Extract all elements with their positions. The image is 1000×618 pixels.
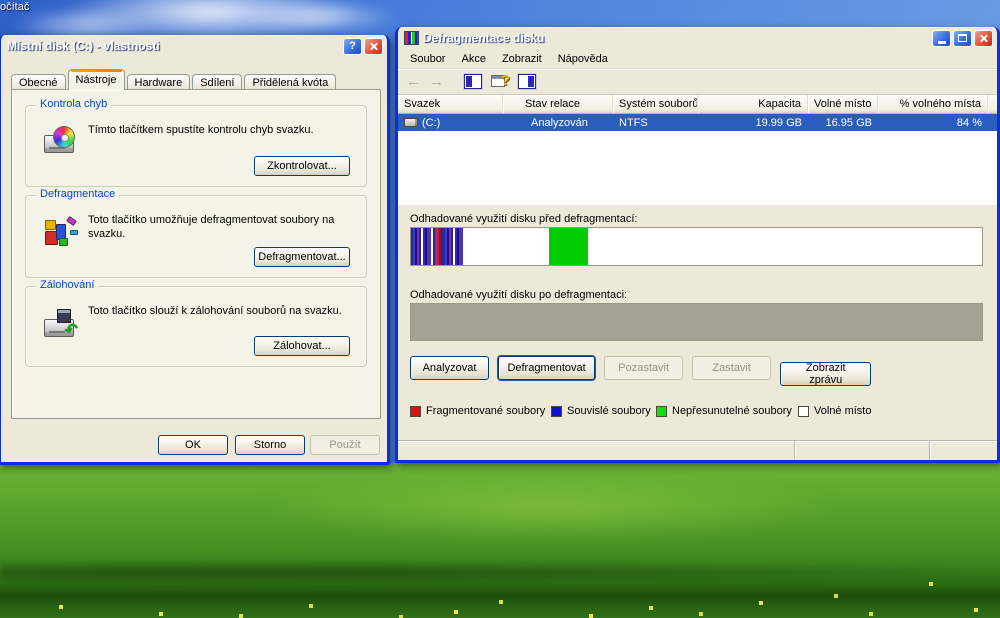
list-header: Svazek Stav relace Systém souborů Kapaci… <box>398 95 997 114</box>
group-text: Toto tlačítko umožňuje defragmentovat so… <box>88 213 356 241</box>
usage-segment-empty <box>411 304 982 340</box>
group-text: Toto tlačítko slouží k zálohování soubor… <box>88 304 356 318</box>
legend-swatch-unmovable <box>656 406 667 417</box>
minimize-button[interactable] <box>932 30 951 47</box>
usage-after-label: Odhadované využití disku po defragmentac… <box>410 289 627 301</box>
maximize-button[interactable] <box>953 30 972 47</box>
volume-list: Svazek Stav relace Systém souborů Kapaci… <box>398 95 997 205</box>
close-button[interactable] <box>364 38 383 55</box>
minimize-icon <box>938 41 946 44</box>
cancel-button[interactable]: Storno <box>235 435 305 455</box>
defragment-now-button[interactable]: Defragmentovat... <box>254 247 350 267</box>
column-procento[interactable]: % volného místa <box>878 95 988 113</box>
close-button[interactable] <box>974 30 993 47</box>
show-console-tree-icon[interactable] <box>464 74 482 89</box>
view-report-button[interactable]: Zobrazit zprávu <box>780 362 871 386</box>
analyze-button[interactable]: Analyzovat <box>410 356 489 380</box>
defragment-icon <box>43 216 81 250</box>
status-pane <box>794 441 929 460</box>
group-kontrola-chyb: Kontrola chyb Tímto tlačítkem spustíte k… <box>25 105 367 187</box>
menu-zobrazit[interactable]: Zobrazit <box>494 51 550 67</box>
group-zalohovani: Zálohování ↶ Toto tlačítko slouží k zálo… <box>25 286 367 367</box>
menu-napoveda[interactable]: Nápověda <box>550 51 616 67</box>
volume-row-c[interactable]: (C:) Analyzován NTFS 19.99 GB 16.95 GB 8… <box>398 114 997 131</box>
properties-dialog: Místní disk (C:) - vlastnosti ? Obecné N… <box>0 35 390 465</box>
legend-fragmented: Fragmentované soubory <box>410 405 545 417</box>
legend-swatch-fragmented <box>410 406 421 417</box>
column-svazek[interactable]: Svazek <box>398 95 503 113</box>
legend: Fragmentované soubory Souvislé soubory N… <box>410 405 983 420</box>
status-bar <box>398 440 997 460</box>
tab-panel-nastroje: Kontrola chyb Tímto tlačítkem spustíte k… <box>11 89 381 419</box>
maximize-icon <box>958 34 967 42</box>
column-volne-misto[interactable]: Volné místo <box>808 95 878 113</box>
check-disk-icon <box>43 126 81 160</box>
action-buttons: Analyzovat Defragmentovat Pozastavit Zas… <box>410 356 877 380</box>
usage-segment-unmovable <box>549 228 588 265</box>
properties-body: Obecné Nástroje Hardware Sdílení Přiděle… <box>1 57 387 462</box>
properties-title: Místní disk (C:) - vlastnosti <box>7 39 341 53</box>
usage-before-label: Odhadované využití disku před defragment… <box>410 213 637 225</box>
legend-swatch-contiguous <box>551 406 562 417</box>
tab-nastroje[interactable]: Nástroje <box>68 69 125 90</box>
back-icon[interactable]: ← <box>406 73 421 90</box>
group-title: Kontrola chyb <box>36 98 111 110</box>
legend-unmovable: Nepřesunutelné soubory <box>656 405 792 417</box>
defrag-window: Defragmentace disku Soubor Akce Zobrazit… <box>395 27 1000 463</box>
drive-icon <box>404 118 418 127</box>
ok-button[interactable]: OK <box>158 435 228 455</box>
defrag-titlebar[interactable]: Defragmentace disku <box>398 27 997 49</box>
help-icon[interactable]: ? <box>491 74 509 89</box>
status-pane <box>398 441 794 460</box>
usage-before-bar <box>410 227 983 266</box>
close-icon <box>979 34 988 43</box>
column-system-souboru[interactable]: Systém souborů <box>613 95 698 113</box>
help-button[interactable]: ? <box>343 38 362 55</box>
status-pane <box>929 441 997 460</box>
usage-segment-free <box>464 228 549 265</box>
legend-swatch-free <box>798 406 809 417</box>
tab-strip: Obecné Nástroje Hardware Sdílení Přiděle… <box>11 70 338 90</box>
column-stav-relace[interactable]: Stav relace <box>503 95 613 113</box>
desktop-wallpaper-grass <box>0 463 1000 618</box>
close-icon <box>369 42 378 51</box>
usage-after-bar <box>410 303 983 341</box>
defrag-app-icon <box>404 31 419 45</box>
usage-segment-fragmented <box>411 228 464 265</box>
cloud <box>240 2 400 32</box>
legend-contiguous: Souvislé soubory <box>551 405 651 417</box>
group-title: Defragmentace <box>36 188 119 200</box>
toolbar: ← → ? <box>398 69 997 95</box>
defrag-title: Defragmentace disku <box>423 31 930 45</box>
menubar: Soubor Akce Zobrazit Nápověda <box>398 49 997 69</box>
group-text: Tímto tlačítkem spustíte kontrolu chyb s… <box>88 123 356 137</box>
legend-free: Volné místo <box>798 405 871 417</box>
forward-icon[interactable]: → <box>429 73 444 90</box>
show-pane-icon[interactable] <box>518 74 536 89</box>
column-kapacita[interactable]: Kapacita <box>698 95 808 113</box>
properties-titlebar[interactable]: Místní disk (C:) - vlastnosti ? <box>1 35 387 57</box>
group-defragmentace: Defragmentace Toto tlačítko umožňuje def… <box>25 195 367 278</box>
usage-segment-free <box>588 228 982 265</box>
backup-now-button[interactable]: Zálohovat... <box>254 336 350 356</box>
stop-button[interactable]: Zastavit <box>692 356 771 380</box>
backup-icon: ↶ <box>43 307 81 341</box>
desktop-icon-label[interactable]: očítač <box>0 1 29 13</box>
menu-akce[interactable]: Akce <box>453 51 493 67</box>
group-title: Zálohování <box>36 279 98 291</box>
defragment-button[interactable]: Defragmentovat <box>498 356 595 380</box>
check-now-button[interactable]: Zkontrolovat... <box>254 156 350 176</box>
defrag-display-pane: Odhadované využití disku před defragment… <box>398 205 997 440</box>
apply-button[interactable]: Použít <box>310 435 380 455</box>
pause-button[interactable]: Pozastavit <box>604 356 683 380</box>
menu-soubor[interactable]: Soubor <box>402 51 453 67</box>
